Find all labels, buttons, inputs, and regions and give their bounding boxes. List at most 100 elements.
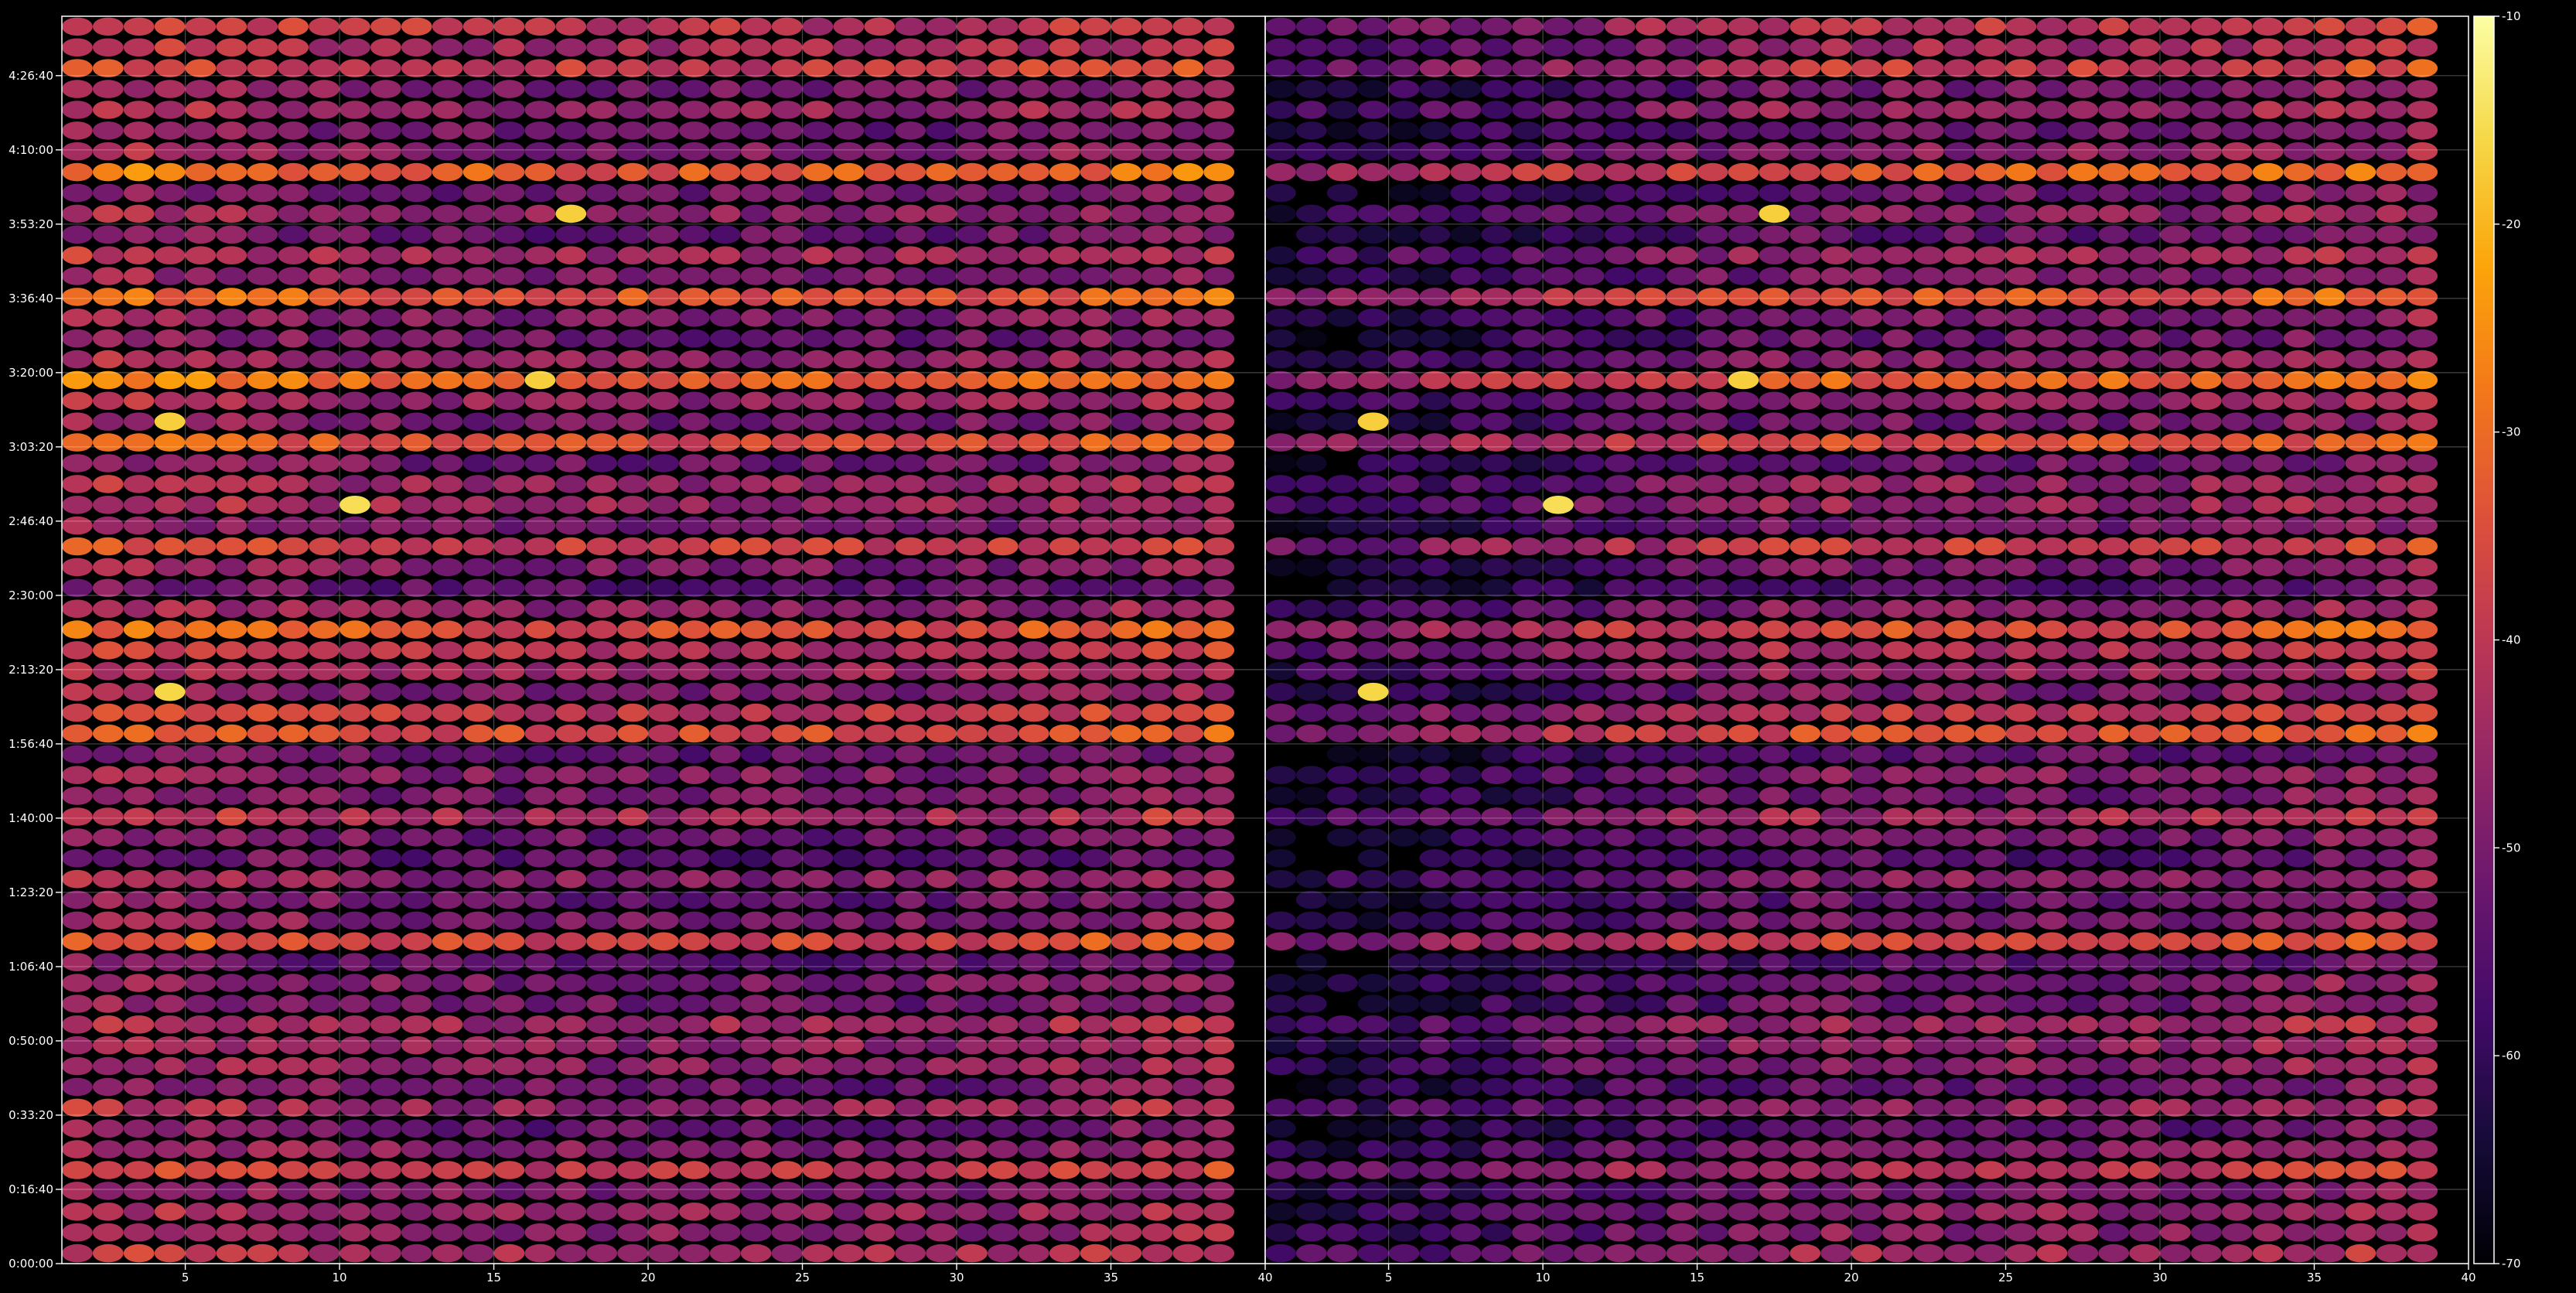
heat-cell xyxy=(1450,890,1482,909)
heat-cell xyxy=(617,974,648,992)
heat-cell xyxy=(1450,807,1482,826)
heat-cell xyxy=(2160,974,2191,992)
heat-cell xyxy=(957,662,988,681)
heat-cell xyxy=(2407,766,2438,784)
heat-cell xyxy=(1295,1223,1327,1242)
heat-cell xyxy=(2036,1223,2068,1242)
heat-cell xyxy=(1790,412,1821,431)
heat-cell xyxy=(2098,786,2130,805)
heat-cell xyxy=(1018,17,1049,36)
heat-cell xyxy=(1912,1161,1944,1179)
heat-cell xyxy=(1265,101,1296,119)
heat-cell xyxy=(2407,599,2438,618)
heat-cell xyxy=(555,38,587,57)
heat-cell xyxy=(802,391,834,411)
heat-cell xyxy=(895,1161,926,1179)
heat-cell xyxy=(154,1015,186,1034)
heat-cell xyxy=(1481,682,1513,701)
heat-cell xyxy=(1635,869,1667,889)
heat-cell xyxy=(2129,225,2161,244)
heat-cell xyxy=(1049,953,1080,971)
heat-cell xyxy=(1388,516,1420,535)
heat-cell xyxy=(185,703,217,722)
heat-cell xyxy=(339,1056,370,1076)
heat-cell xyxy=(62,1140,93,1158)
heat-cell xyxy=(1018,1056,1049,1076)
heat-cell xyxy=(1357,59,1389,77)
heat-cell xyxy=(1974,183,2006,203)
heat-cell xyxy=(895,1077,926,1097)
heat-cell xyxy=(524,142,556,161)
heat-cell xyxy=(1326,496,1358,514)
heat-cell xyxy=(1481,121,1513,140)
heat-cell xyxy=(1697,828,1728,847)
heat-cell xyxy=(1697,703,1728,722)
heat-cell xyxy=(2376,1140,2407,1158)
heat-cell xyxy=(2160,911,2191,930)
heat-cell xyxy=(586,329,618,348)
heat-cell xyxy=(1573,1140,1605,1158)
heat-cell xyxy=(833,121,865,140)
heat-cell xyxy=(1851,558,1882,577)
heat-cell xyxy=(1697,890,1728,909)
heat-cell xyxy=(926,1244,957,1263)
heat-cell xyxy=(1543,59,1574,77)
heat-cell xyxy=(1172,662,1204,681)
heat-cell xyxy=(555,121,587,140)
heat-cell xyxy=(1049,890,1080,909)
heat-cell xyxy=(1419,662,1451,681)
heat-cell xyxy=(864,370,896,390)
heat-cell xyxy=(1512,890,1543,909)
heat-cell xyxy=(1635,994,1667,1013)
heat-cell xyxy=(1728,391,1759,411)
heat-cell xyxy=(1635,162,1667,182)
heat-cell xyxy=(2160,1140,2191,1158)
heat-cell xyxy=(2160,1223,2191,1242)
heat-cell xyxy=(802,869,834,889)
heat-cell xyxy=(1450,183,1482,203)
heat-cell xyxy=(1357,246,1389,265)
heat-cell xyxy=(2005,682,2037,701)
heat-cell xyxy=(1851,849,1882,868)
heat-cell xyxy=(1203,1015,1235,1034)
heat-cell xyxy=(1912,17,1944,36)
heat-cell xyxy=(370,38,401,57)
heat-cell xyxy=(62,454,93,473)
heat-cell xyxy=(1512,641,1543,660)
heat-cell xyxy=(1172,890,1204,909)
heat-cell xyxy=(1851,974,1882,992)
heat-cell xyxy=(1111,537,1142,556)
heat-cell xyxy=(370,766,401,784)
heat-cell xyxy=(309,1056,339,1076)
heat-cell xyxy=(1666,350,1697,369)
heat-cell xyxy=(1080,17,1111,36)
heat-cell xyxy=(1049,1203,1080,1221)
heat-cell xyxy=(1728,204,1759,223)
heat-cell xyxy=(1141,890,1173,909)
heat-cell xyxy=(2036,911,2068,930)
heat-cell xyxy=(740,849,772,868)
heat-cell xyxy=(926,1098,957,1117)
heat-cell xyxy=(2191,662,2222,681)
heat-cell xyxy=(1573,745,1605,764)
heat-cell xyxy=(1080,786,1111,805)
heat-cell xyxy=(1141,724,1173,743)
heat-cell xyxy=(2036,370,2068,390)
heat-cell xyxy=(1943,1077,1975,1097)
heat-cell xyxy=(1728,101,1759,119)
heat-cell xyxy=(123,329,155,348)
y-tick-label: 0:16:40 xyxy=(9,1182,53,1196)
heat-cell xyxy=(1604,1203,1636,1221)
heat-cell xyxy=(2005,849,2037,868)
heat-cell xyxy=(1111,246,1142,265)
heat-cell xyxy=(1265,391,1296,411)
heat-cell xyxy=(309,703,339,722)
heat-cell xyxy=(1697,412,1728,431)
heat-cell xyxy=(586,496,618,514)
heat-cell xyxy=(1604,828,1636,847)
heat-cell xyxy=(648,994,679,1013)
heat-cell xyxy=(1728,1140,1759,1158)
heat-cell xyxy=(740,662,772,681)
heat-cell xyxy=(2283,17,2315,36)
heat-cell xyxy=(1820,890,1852,909)
